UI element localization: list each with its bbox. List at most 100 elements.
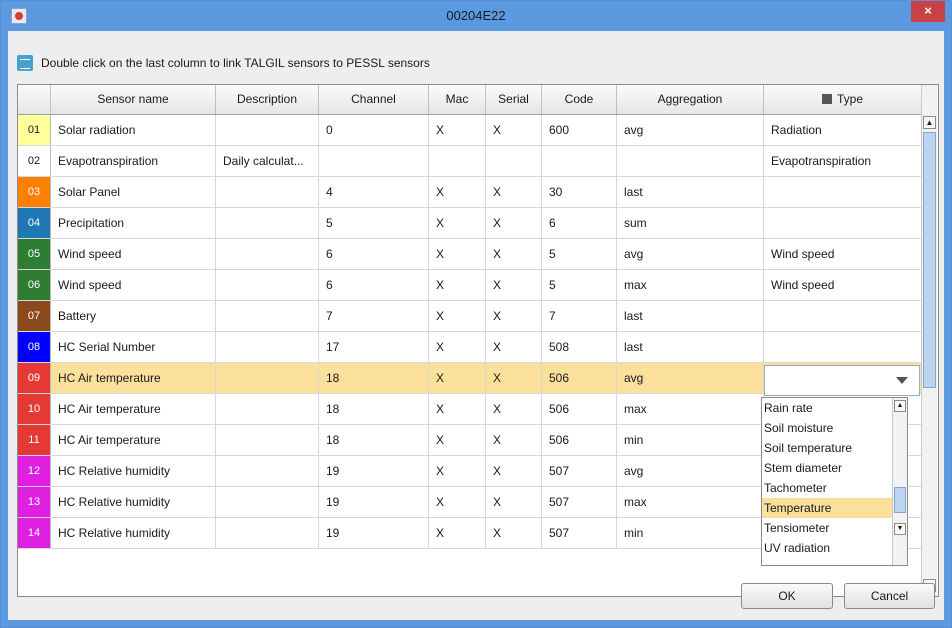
dropdown-scroll-down-icon[interactable]: ▼ [894, 523, 906, 535]
cell-aggregation[interactable] [617, 146, 764, 176]
cell-code[interactable]: 507 [542, 518, 617, 548]
cell-sensor-name[interactable]: Wind speed [51, 270, 216, 300]
cell-description[interactable] [216, 363, 319, 393]
cell-description[interactable] [216, 270, 319, 300]
column-header-channel[interactable]: Channel [319, 85, 429, 114]
table-row[interactable]: 07 Battery 7 X X 7 last [18, 301, 921, 332]
dropdown-option[interactable]: Tachometer [762, 478, 892, 498]
cell-description[interactable] [216, 239, 319, 269]
cell-code[interactable] [542, 146, 617, 176]
column-header-code[interactable]: Code [542, 85, 617, 114]
cell-mac[interactable]: X [429, 270, 486, 300]
type-combo-editor[interactable] [764, 365, 920, 396]
cell-type[interactable] [764, 177, 921, 207]
cell-channel[interactable]: 18 [319, 425, 429, 455]
table-row[interactable]: 04 Precipitation 5 X X 6 sum [18, 208, 921, 239]
cell-description[interactable] [216, 332, 319, 362]
cell-sensor-name[interactable]: HC Relative humidity [51, 487, 216, 517]
cell-code[interactable]: 506 [542, 394, 617, 424]
cell-code[interactable]: 5 [542, 239, 617, 269]
cell-serial[interactable]: X [486, 239, 542, 269]
cell-mac[interactable]: X [429, 177, 486, 207]
cell-type[interactable]: Radiation [764, 115, 921, 145]
table-row[interactable]: 08 HC Serial Number 17 X X 508 last [18, 332, 921, 363]
dropdown-option[interactable]: Temperature [762, 498, 892, 518]
cell-serial[interactable]: X [486, 115, 542, 145]
cell-serial[interactable]: X [486, 394, 542, 424]
cell-sensor-name[interactable]: HC Air temperature [51, 363, 216, 393]
table-row[interactable]: 06 Wind speed 6 X X 5 max Wind speed [18, 270, 921, 301]
cell-channel[interactable]: 17 [319, 332, 429, 362]
cell-type[interactable] [764, 332, 921, 362]
cell-aggregation[interactable]: avg [617, 456, 764, 486]
column-header-type[interactable]: Type [764, 85, 921, 114]
cell-sensor-name[interactable]: HC Air temperature [51, 394, 216, 424]
cell-code[interactable]: 7 [542, 301, 617, 331]
cell-mac[interactable]: X [429, 301, 486, 331]
cell-serial[interactable]: X [486, 456, 542, 486]
cell-description[interactable] [216, 115, 319, 145]
cell-sensor-name[interactable]: Evapotranspiration [51, 146, 216, 176]
cell-sensor-name[interactable]: HC Relative humidity [51, 456, 216, 486]
cell-mac[interactable]: X [429, 394, 486, 424]
cell-channel[interactable]: 19 [319, 487, 429, 517]
cell-code[interactable]: 600 [542, 115, 617, 145]
table-vertical-scrollbar[interactable]: ▲ ▼ [921, 85, 937, 596]
chevron-down-icon[interactable] [896, 377, 908, 384]
cell-code[interactable]: 5 [542, 270, 617, 300]
cell-aggregation[interactable]: sum [617, 208, 764, 238]
cell-channel[interactable]: 5 [319, 208, 429, 238]
dropdown-scrollbar[interactable]: ▲ ▼ [892, 398, 907, 565]
cell-aggregation[interactable]: last [617, 332, 764, 362]
cell-code[interactable]: 506 [542, 363, 617, 393]
table-row[interactable]: 01 Solar radiation 0 X X 600 avg Radiation [18, 115, 921, 146]
dropdown-option[interactable]: Tensiometer [762, 518, 892, 538]
column-header-aggregation[interactable]: Aggregation [617, 85, 764, 114]
cell-aggregation[interactable]: last [617, 301, 764, 331]
cell-description[interactable] [216, 208, 319, 238]
cell-mac[interactable]: X [429, 332, 486, 362]
cell-channel[interactable]: 18 [319, 394, 429, 424]
cell-aggregation[interactable]: max [617, 487, 764, 517]
column-header-mac[interactable]: Mac [429, 85, 486, 114]
cell-description[interactable] [216, 425, 319, 455]
dropdown-scroll-up-icon[interactable]: ▲ [894, 400, 906, 412]
cell-sensor-name[interactable]: Solar radiation [51, 115, 216, 145]
cell-code[interactable]: 506 [542, 425, 617, 455]
cell-serial[interactable]: X [486, 301, 542, 331]
cell-aggregation[interactable]: min [617, 425, 764, 455]
cell-serial[interactable]: X [486, 332, 542, 362]
cell-type[interactable] [764, 208, 921, 238]
cell-serial[interactable]: X [486, 363, 542, 393]
table-row[interactable]: 02 Evapotranspiration Daily calculat... Eva… [18, 146, 921, 177]
ok-button[interactable]: OK [741, 583, 833, 609]
cell-sensor-name[interactable]: HC Air temperature [51, 425, 216, 455]
type-dropdown-list[interactable]: Rain rate Soil moisture Soil temperature St… [761, 397, 908, 566]
cell-sensor-name[interactable]: Solar Panel [51, 177, 216, 207]
cell-channel[interactable]: 6 [319, 270, 429, 300]
cell-sensor-name[interactable]: HC Serial Number [51, 332, 216, 362]
cell-mac[interactable]: X [429, 239, 486, 269]
cell-aggregation[interactable]: avg [617, 363, 764, 393]
dropdown-option[interactable]: Rain rate [762, 398, 892, 418]
cell-channel[interactable]: 19 [319, 456, 429, 486]
cell-channel[interactable]: 19 [319, 518, 429, 548]
cell-sensor-name[interactable]: Precipitation [51, 208, 216, 238]
cell-sensor-name[interactable]: Wind speed [51, 239, 216, 269]
cell-aggregation[interactable]: last [617, 177, 764, 207]
cancel-button[interactable]: Cancel [844, 583, 935, 609]
cell-sensor-name[interactable]: HC Relative humidity [51, 518, 216, 548]
cell-sensor-name[interactable]: Battery [51, 301, 216, 331]
cell-channel[interactable]: 6 [319, 239, 429, 269]
scroll-up-arrow-icon[interactable]: ▲ [923, 116, 936, 129]
cell-code[interactable]: 30 [542, 177, 617, 207]
cell-description[interactable] [216, 518, 319, 548]
cell-mac[interactable]: X [429, 518, 486, 548]
column-header-sensor-name[interactable]: Sensor name [51, 85, 216, 114]
dropdown-option[interactable]: Soil temperature [762, 438, 892, 458]
dropdown-scroll-thumb[interactable] [894, 487, 906, 513]
cell-serial[interactable]: X [486, 518, 542, 548]
column-header-index[interactable] [18, 85, 51, 114]
dropdown-option[interactable]: Soil moisture [762, 418, 892, 438]
table-row[interactable]: 05 Wind speed 6 X X 5 avg Wind speed [18, 239, 921, 270]
